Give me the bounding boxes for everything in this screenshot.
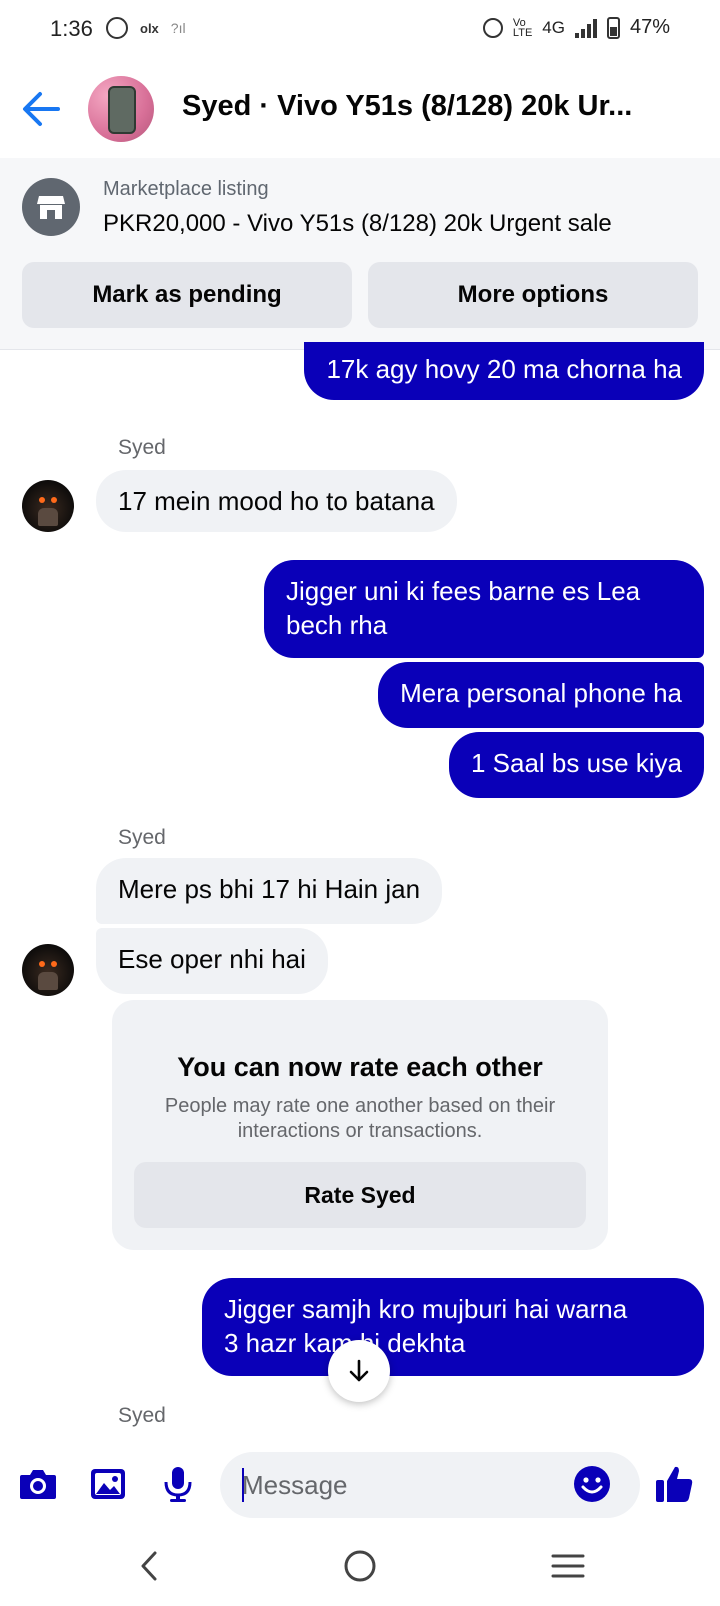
voice-button[interactable] (156, 1462, 200, 1506)
sender-name: Syed (118, 436, 166, 459)
thumbs-up-icon (656, 1466, 693, 1502)
mark-as-pending-button[interactable]: Mark as pending (22, 262, 352, 328)
phone-image (108, 86, 136, 134)
marketplace-listing-card: Marketplace listing PKR20,000 - Vivo Y51… (0, 158, 720, 350)
chevron-left-icon (141, 1551, 157, 1581)
battery-icon (606, 16, 620, 39)
no-signal-icon: ?ıl (170, 20, 186, 36)
message-received[interactable]: Ese oper nhi hai (96, 928, 328, 994)
alarm-icon (482, 17, 503, 38)
volte-icon: Vo LTE (512, 16, 533, 39)
nav-back-button[interactable] (128, 1544, 172, 1588)
system-navigation-bar (0, 1526, 720, 1606)
arrow-down-icon (349, 1359, 369, 1382)
battery-level: 47% (629, 16, 670, 38)
listing-thumbnail[interactable] (88, 76, 154, 142)
message-received[interactable]: Mere ps bhi 17 hi Hain jan (96, 858, 443, 924)
shop-icon (22, 178, 80, 236)
sender-name: Syed (118, 826, 166, 849)
sender-avatar[interactable] (22, 944, 74, 996)
menu-lines-icon (551, 1554, 585, 1578)
sender-name: Syed (118, 1404, 166, 1427)
olx-icon: olx (140, 20, 159, 36)
microphone-icon (164, 1467, 192, 1502)
emoji-button[interactable] (570, 1462, 614, 1506)
status-right: Vo LTE 4G 47% (482, 16, 670, 39)
notification-icons: olx ?ıl (106, 17, 186, 39)
message-sent[interactable]: Mera personal phone ha (378, 662, 704, 728)
network-type: 4G (542, 17, 565, 37)
message-line: Jigger uni ki fees barne es Lea (286, 576, 641, 606)
listing-label: Marketplace listing (103, 178, 269, 200)
emoji-icon (574, 1466, 610, 1502)
status-bar: 1:36 olx ?ıl Vo LTE 4G 47% (0, 0, 720, 60)
gallery-button[interactable] (86, 1462, 130, 1506)
message-line: 3 hazr kam hi dekhta (224, 1328, 466, 1358)
camera-button[interactable] (16, 1462, 60, 1506)
back-arrow-icon (23, 92, 60, 126)
home-circle-icon (344, 1550, 376, 1582)
message-sent[interactable]: 1 Saal bs use kiya (448, 732, 704, 798)
image-icon (91, 1469, 125, 1499)
message-line: bech rha (286, 610, 388, 640)
message-received[interactable]: 17 mein mood ho to batana (96, 470, 457, 532)
thread-title[interactable]: Syed · Vivo Y51s (8/128) 20k Ur... (182, 90, 692, 123)
message-composer (0, 1446, 720, 1526)
scroll-to-bottom-button[interactable] (328, 1340, 390, 1402)
text-cursor (242, 1468, 244, 1502)
rate-card-subtitle: People may rate one another based on the… (164, 1095, 556, 1142)
like-button[interactable] (652, 1462, 696, 1506)
more-options-button[interactable]: More options (368, 262, 698, 328)
signal-icon (574, 18, 597, 38)
camera-icon (20, 1470, 56, 1499)
message-sent[interactable]: 17k agy hovy 20 ma chorna ha (304, 342, 704, 400)
status-time: 1:36 (50, 16, 93, 41)
message-sent[interactable]: Jigger samjh kro mujburi hai warna 3 haz… (202, 1278, 704, 1376)
sender-avatar[interactable] (22, 480, 74, 532)
rate-syed-button[interactable]: Rate Syed (134, 1162, 586, 1228)
rate-each-other-card: You can now rate each other People may r… (112, 1000, 608, 1250)
nav-home-button[interactable] (338, 1544, 382, 1588)
back-button[interactable] (18, 86, 64, 132)
whatsapp-icon (106, 17, 128, 39)
message-line: Jigger samjh kro mujburi hai warna (224, 1294, 628, 1324)
listing-title[interactable]: PKR20,000 - Vivo Y51s (8/128) 20k Urgent… (103, 210, 612, 238)
thread-header: Syed · Vivo Y51s (8/128) 20k Ur... (0, 60, 720, 158)
message-sent[interactable]: Jigger uni ki fees barne es Lea bech rha (264, 560, 704, 658)
nav-recents-button[interactable] (546, 1544, 590, 1588)
rate-card-title: You can now rate each other (177, 1052, 543, 1082)
